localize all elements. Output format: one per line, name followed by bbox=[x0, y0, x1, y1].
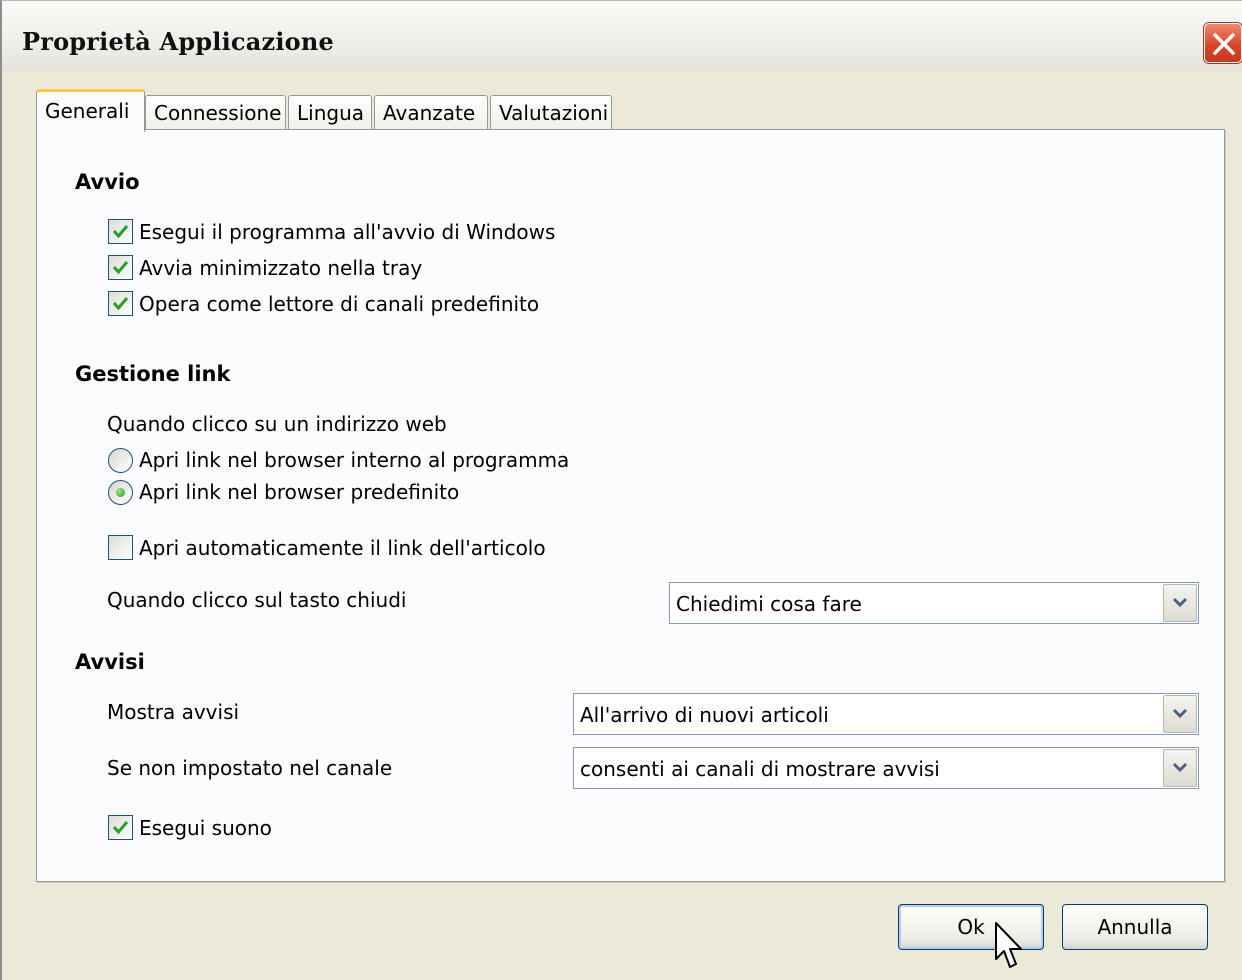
close-button[interactable] bbox=[1204, 23, 1242, 63]
tab-connessione[interactable]: Connessione bbox=[145, 95, 286, 130]
tab-generali[interactable]: Generali bbox=[36, 89, 145, 132]
cancel-button[interactable]: Annulla bbox=[1062, 904, 1208, 950]
checkbox-label: Apri automaticamente il link dell'artico… bbox=[139, 536, 546, 560]
checkbox-auto-open-link[interactable] bbox=[108, 535, 133, 560]
radio-label: Apri link nel browser predefinito bbox=[139, 480, 460, 504]
checkbox-label: Avvia minimizzato nella tray bbox=[139, 256, 423, 280]
tab-lingua[interactable]: Lingua bbox=[288, 95, 372, 130]
close-action-label: Quando clicco sul tasto chiudi bbox=[107, 588, 407, 612]
checkmark-icon bbox=[112, 261, 129, 275]
section-heading-avvisi: Avvisi bbox=[75, 650, 145, 674]
checkmark-icon bbox=[112, 297, 129, 311]
properties-window: Proprietà Applicazione Generali Connessi… bbox=[0, 0, 1242, 980]
dropdown-button[interactable] bbox=[1163, 749, 1197, 787]
checkbox-play-sound[interactable] bbox=[108, 815, 133, 840]
radio-label: Apri link nel browser interno al program… bbox=[139, 448, 570, 472]
checkmark-icon bbox=[112, 225, 129, 239]
show-alerts-label: Mostra avvisi bbox=[107, 700, 240, 724]
section-heading-avvio: Avvio bbox=[75, 170, 140, 194]
link-prompt-label: Quando clicco su un indirizzo web bbox=[107, 412, 447, 436]
chevron-down-icon bbox=[1172, 597, 1188, 608]
window-title: Proprietà Applicazione bbox=[22, 27, 334, 56]
checkbox-default-reader[interactable] bbox=[108, 291, 133, 316]
checkbox-run-at-startup[interactable] bbox=[108, 219, 133, 244]
channel-alerts-select[interactable]: consenti ai canali di mostrare avvisi bbox=[573, 747, 1199, 789]
select-value: All'arrivo di nuovi articoli bbox=[580, 703, 829, 727]
radio-internal-browser[interactable] bbox=[108, 448, 133, 473]
tab-panel-generali: Avvio Esegui il programma all'avvio di W… bbox=[36, 129, 1225, 882]
section-heading-gestione-link: Gestione link bbox=[75, 362, 231, 386]
title-bar[interactable]: Proprietà Applicazione bbox=[2, 1, 1242, 71]
close-icon bbox=[1213, 33, 1235, 55]
tab-avanzate[interactable]: Avanzate bbox=[374, 95, 488, 130]
show-alerts-select[interactable]: All'arrivo di nuovi articoli bbox=[573, 693, 1199, 735]
checkbox-label: Opera come lettore di canali predefinito bbox=[139, 292, 540, 316]
chevron-down-icon bbox=[1172, 708, 1188, 719]
checkbox-start-minimized[interactable] bbox=[108, 255, 133, 280]
select-value: consenti ai canali di mostrare avvisi bbox=[580, 757, 940, 781]
select-value: Chiedimi cosa fare bbox=[676, 592, 862, 616]
checkbox-label: Esegui il programma all'avvio di Windows bbox=[139, 220, 556, 244]
checkmark-icon bbox=[112, 821, 129, 835]
chevron-down-icon bbox=[1172, 762, 1188, 773]
dropdown-button[interactable] bbox=[1163, 695, 1197, 733]
tab-valutazioni[interactable]: Valutazioni bbox=[490, 95, 612, 130]
mouse-pointer-icon bbox=[995, 922, 1022, 968]
radio-selected-dot bbox=[116, 488, 125, 497]
checkbox-label: Esegui suono bbox=[139, 816, 272, 840]
channel-default-label: Se non impostato nel canale bbox=[107, 756, 393, 780]
close-action-select[interactable]: Chiedimi cosa fare bbox=[669, 582, 1199, 624]
dropdown-button[interactable] bbox=[1163, 584, 1197, 622]
radio-default-browser[interactable] bbox=[108, 480, 133, 505]
